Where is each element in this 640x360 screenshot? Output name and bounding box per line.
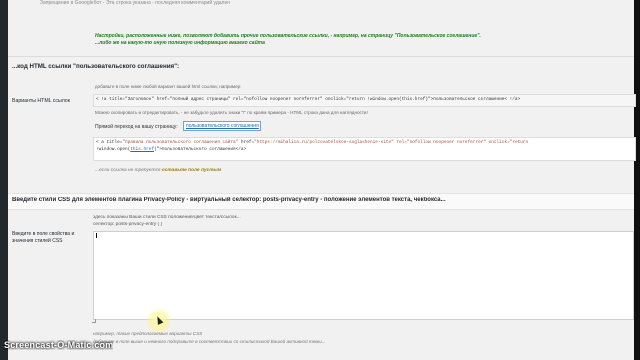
css-field-label: Введите в поле свойства и значения стиле… bbox=[12, 231, 75, 244]
admin-sidebar-edge bbox=[0, 0, 8, 360]
right-scroll-edge bbox=[634, 0, 640, 360]
recorder-watermark: Screencast-O-Matic.com bbox=[4, 340, 114, 350]
css-bottom-hint-2: добавьте в поле выше и немного подправьт… bbox=[93, 339, 326, 344]
css-desc-2: селектор: posts-privacy-entry { } bbox=[93, 222, 163, 227]
direct-label: Прямой переход на вашу страницу: bbox=[95, 124, 178, 130]
code-line-2: !window.open(this.href)">пользовательско… bbox=[96, 147, 247, 152]
green-note-1: Настройки, расположенные ниже, позволяют… bbox=[95, 33, 481, 39]
hint-copy: Можно скопировать и отредактировать, - н… bbox=[95, 110, 368, 115]
css-section-title: Введите стили CSS для элементов плагина … bbox=[12, 197, 446, 203]
settings-page: Запрещение в Gooogleбот - Эта строка ука… bbox=[0, 0, 640, 360]
css-bottom-hint-1: например, такие предполагаемые варианты … bbox=[93, 331, 203, 336]
top-cut-line: Запрещение в Gooogleбот - Эта строка ука… bbox=[40, 0, 231, 6]
link-html-input[interactable]: < a title="правила пользовательского сог… bbox=[93, 137, 636, 161]
hint-top: добавьте в поле ниже любой вариант вашей… bbox=[95, 84, 242, 89]
code-line-1: < a title="правила пользовательского сог… bbox=[96, 140, 529, 145]
text-caret bbox=[96, 233, 97, 238]
css-textarea[interactable] bbox=[93, 231, 634, 320]
css-desc-1: здесь показаны Ваши стили CSS положение/… bbox=[93, 215, 241, 220]
html-links-label: Варианты HTML ссылок bbox=[12, 98, 70, 104]
video-frame: Запрещение в Gooogleбот - Эта строка ука… bbox=[0, 0, 640, 360]
empty-note: ...если ссылка не требуется оставьте пол… bbox=[95, 168, 222, 173]
link-section-title: ...код HTML ссылки "пользовательского со… bbox=[12, 63, 180, 70]
resize-handle[interactable] bbox=[92, 319, 96, 323]
direct-page-link[interactable]: пользовательского соглашения bbox=[183, 121, 261, 131]
code-example: < !a title="Заголовок" href="полный адре… bbox=[93, 94, 636, 107]
green-note-2: ...либо же на какую-то иную полезную инф… bbox=[95, 40, 265, 46]
divider bbox=[8, 56, 634, 57]
